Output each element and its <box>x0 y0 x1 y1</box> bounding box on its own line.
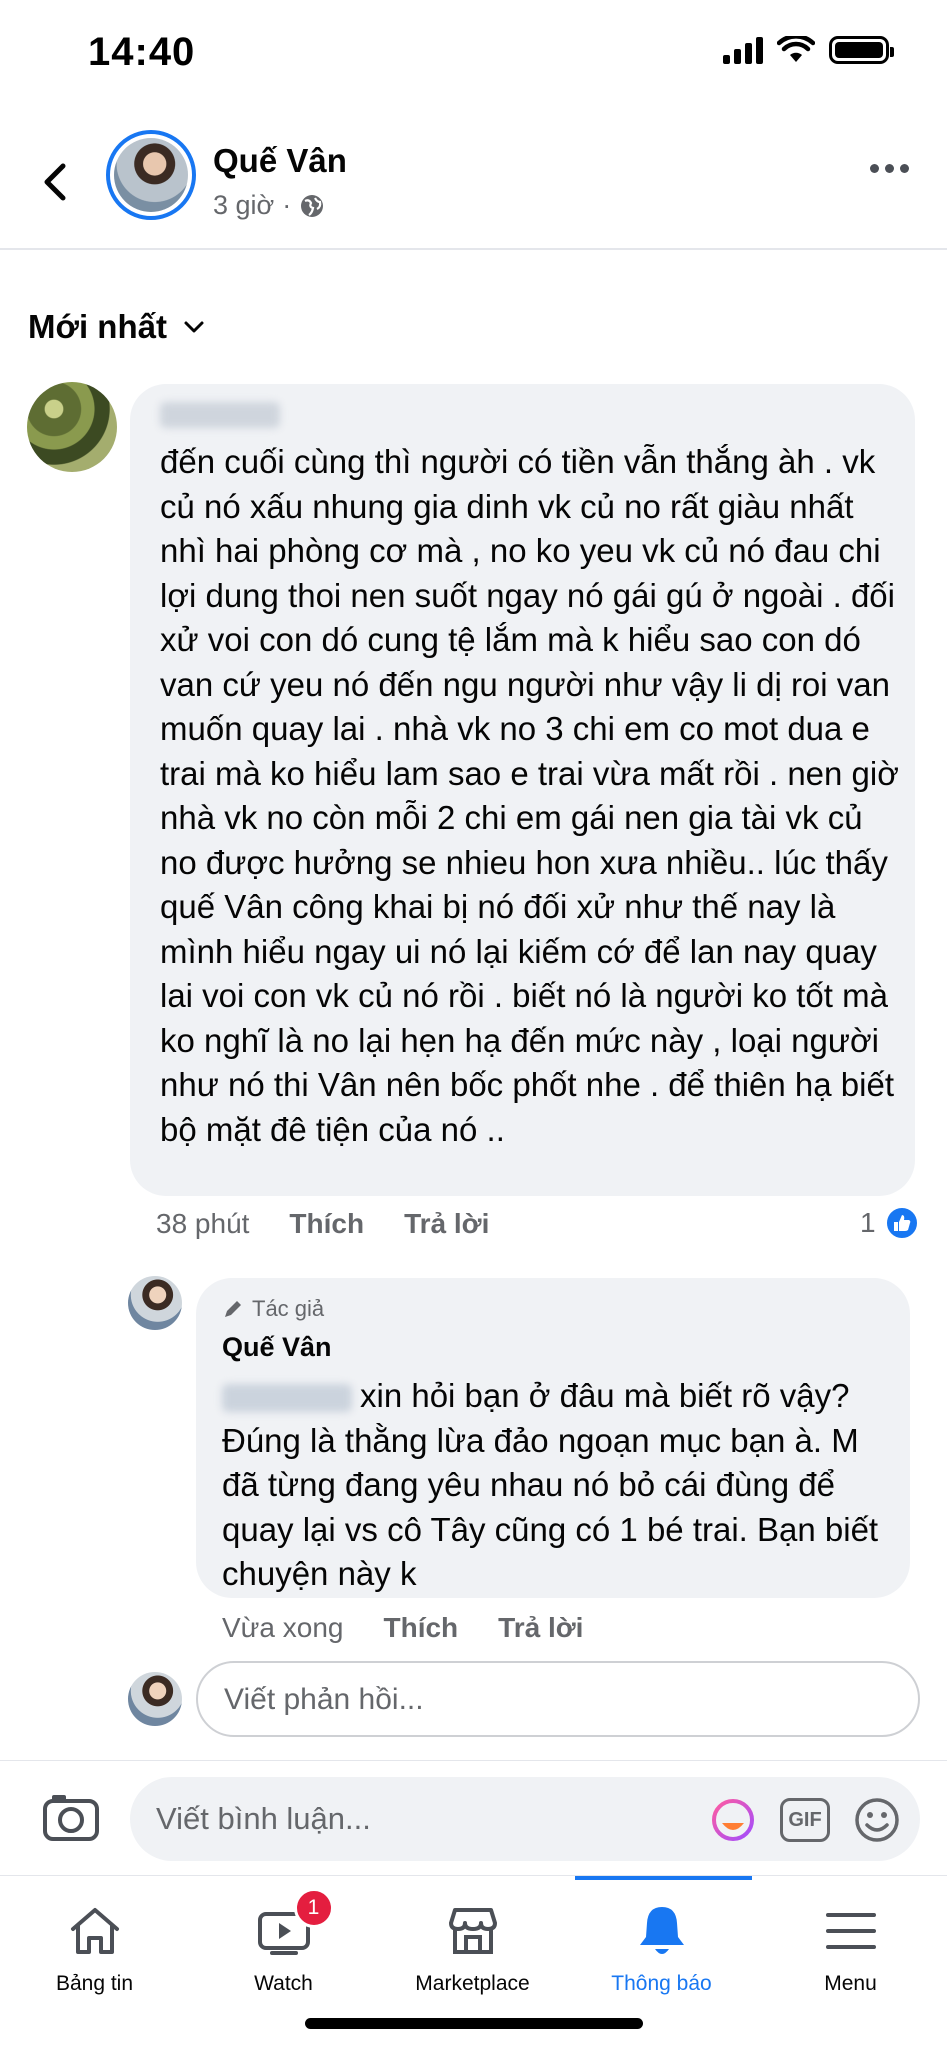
nav-item-watch[interactable]: 1 Watch <box>189 1876 378 2016</box>
menu-icon <box>825 1913 876 1949</box>
sort-label: Mới nhất <box>28 308 167 345</box>
signal-icon <box>723 36 763 64</box>
nav-label-menu: Menu <box>824 1972 877 1995</box>
reply-author-name[interactable]: Quế Vân <box>222 1332 332 1363</box>
reply-button[interactable]: Trả lời <box>404 1208 489 1240</box>
smiley-icon <box>855 1798 899 1842</box>
comment-input[interactable]: Viết bình luận... GIF <box>130 1777 920 1861</box>
status-time: 14:40 <box>88 30 196 74</box>
more-options-button[interactable] <box>870 164 909 173</box>
pencil-icon <box>225 1301 241 1317</box>
sort-dropdown[interactable]: Mới nhất <box>28 308 205 346</box>
status-icons <box>723 36 894 64</box>
nav-item-menu[interactable]: Menu <box>756 1876 945 2016</box>
avatar-sticker-icon <box>712 1799 754 1841</box>
reply-time: Vừa xong <box>222 1612 344 1643</box>
author-badge-label: Tác giả <box>252 1296 325 1321</box>
avatar-sticker-button[interactable] <box>708 1795 758 1845</box>
home-icon <box>70 1908 119 1954</box>
reply-reply-button[interactable]: Trả lời <box>498 1612 583 1644</box>
nav-label-marketplace: Marketplace <box>415 1972 530 1995</box>
reply-bubble[interactable]: Tác giả Quế Vân xin hỏi bạn ở đâu mà biế… <box>196 1278 910 1598</box>
commenter-avatar[interactable] <box>27 382 117 472</box>
comment-time: 38 phút <box>156 1208 250 1239</box>
comment-actions: 38 phút Thích Trả lời <box>156 1208 489 1240</box>
camera-button[interactable] <box>42 1791 100 1843</box>
post-time: 3 giờ <box>213 190 275 220</box>
nav-item-marketplace[interactable]: Marketplace <box>378 1876 567 2016</box>
battery-icon <box>829 36 894 64</box>
camera-icon <box>43 1795 99 1841</box>
watch-badge: 1 <box>293 1888 334 1928</box>
chevron-down-icon <box>184 321 204 333</box>
reply-actions: Vừa xong Thích Trả lời <box>222 1612 583 1644</box>
like-count: 1 <box>860 1207 876 1238</box>
author-avatar[interactable] <box>106 130 196 220</box>
mention-blurred[interactable] <box>222 1384 352 1413</box>
nav-label-watch: Watch <box>254 1972 313 1995</box>
reply-like-button[interactable]: Thích <box>384 1612 459 1644</box>
commenter-name-blurred[interactable] <box>160 402 280 428</box>
wifi-icon <box>777 36 815 62</box>
reaction-count[interactable]: 1 <box>860 1205 920 1241</box>
reply-author-avatar[interactable] <box>128 1276 182 1330</box>
emoji-button[interactable] <box>852 1795 902 1845</box>
chevron-left-icon <box>44 163 66 201</box>
globe-icon <box>301 194 324 217</box>
current-user-avatar <box>128 1672 182 1726</box>
reply-input[interactable]: Viết phản hồi... <box>196 1661 920 1737</box>
nav-item-notifications[interactable]: Thông báo <box>567 1876 756 2016</box>
nav-label-news-feed: Bảng tin <box>55 1972 134 1995</box>
comment-composer: Viết bình luận... GIF <box>0 1760 947 1875</box>
marketplace-icon <box>448 1908 497 1954</box>
meta-separator: · <box>282 190 292 220</box>
thumbs-up-icon <box>883 1205 920 1241</box>
comment-bubble[interactable]: đến cuối cùng thì người có tiền vẫn thắn… <box>130 384 915 1196</box>
comment-text: đến cuối cùng thì người có tiền vẫn thắn… <box>160 443 899 1148</box>
gif-icon: GIF <box>780 1798 830 1842</box>
bell-icon <box>639 1907 684 1954</box>
author-badge: Tác giả <box>222 1296 324 1322</box>
nav-label-notifications: Thông báo <box>611 1972 712 1995</box>
author-name[interactable]: Quế Vân <box>213 142 347 180</box>
back-button[interactable] <box>34 152 74 212</box>
post-meta: 3 giờ · <box>213 190 325 221</box>
status-bar: 14:40 <box>0 0 947 110</box>
composer-icons: GIF <box>708 1795 902 1845</box>
post-header: Quế Vân 3 giờ · <box>0 110 947 250</box>
reply-text: xin hỏi bạn ở đâu mà biết rõ vậy? Đúng l… <box>222 1374 902 1597</box>
like-button[interactable]: Thích <box>289 1208 364 1240</box>
gif-button[interactable]: GIF <box>780 1795 830 1845</box>
comment-input-placeholder: Viết bình luận... <box>156 1801 371 1836</box>
nav-item-news-feed[interactable]: Bảng tin <box>0 1876 189 2016</box>
home-indicator <box>305 2018 643 2029</box>
